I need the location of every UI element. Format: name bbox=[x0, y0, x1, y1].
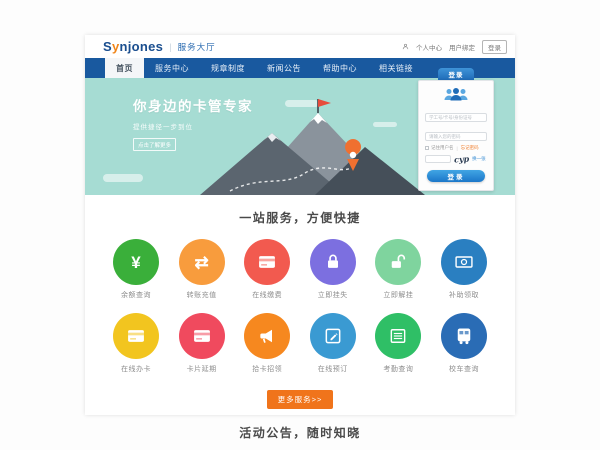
banknote-icon bbox=[441, 239, 487, 285]
service-item[interactable]: 在线预订 bbox=[307, 313, 359, 374]
service-item[interactable]: 在线缴费 bbox=[241, 239, 293, 300]
service-label: 余额查询 bbox=[121, 290, 151, 300]
card-icon bbox=[244, 239, 290, 285]
captcha-row: cyp 换一张 bbox=[425, 154, 487, 164]
transfer-icon: ⇄ bbox=[179, 239, 225, 285]
login-submit-button[interactable]: 登录 bbox=[427, 170, 485, 182]
captcha-input[interactable] bbox=[425, 155, 451, 163]
service-item[interactable]: 考勤查询 bbox=[372, 313, 424, 374]
service-item[interactable]: 卡片延期 bbox=[176, 313, 228, 374]
login-options: 记住用户名 | 忘记密码 bbox=[425, 145, 487, 151]
nav-item-news[interactable]: 新闻公告 bbox=[256, 58, 312, 78]
service-label: 在线预订 bbox=[318, 364, 348, 374]
lock-icon bbox=[310, 239, 356, 285]
services-row-2: 在线办卡 卡片延期 拾卡招领 在线预订 考勤查询 校车查询 bbox=[85, 313, 515, 374]
hero-text-block: 你身边的卡管专家 提供捷径一步到位 点击了解更多 bbox=[133, 95, 253, 152]
logo-divider: | bbox=[169, 42, 171, 52]
username-input[interactable] bbox=[425, 113, 487, 122]
login-panel: 登录 记住用户名 | 忘记密码 bbox=[418, 68, 494, 191]
service-item[interactable]: ⇄ 转账充值 bbox=[176, 239, 228, 300]
service-item[interactable]: 在线办卡 bbox=[110, 313, 162, 374]
screenshot-canvas: Synjones | 服务大厅 个人中心 用户绑定 登录 首页服务中心规章制度新… bbox=[0, 0, 600, 450]
user-bind-link[interactable]: 用户绑定 bbox=[449, 42, 475, 52]
captcha-image[interactable]: cyp bbox=[454, 153, 470, 164]
remember-label: 记住用户名 bbox=[431, 145, 454, 151]
nav-item-rules[interactable]: 规章制度 bbox=[200, 58, 256, 78]
hero-subtitle: 提供捷径一步到位 bbox=[133, 121, 253, 131]
service-label: 考勤查询 bbox=[383, 364, 413, 374]
hero-cta-button[interactable]: 点击了解更多 bbox=[133, 138, 176, 151]
nav-item-help-center[interactable]: 帮助中心 bbox=[312, 58, 368, 78]
change-captcha-link[interactable]: 换一张 bbox=[472, 156, 486, 162]
unlock-icon bbox=[375, 239, 421, 285]
edit-icon bbox=[310, 313, 356, 359]
nav-item-links[interactable]: 相关链接 bbox=[368, 58, 424, 78]
services-row-1: ¥ 余额查询 ⇄ 转账充值 在线缴费 立即挂失 立即解挂 补助领取 bbox=[85, 239, 515, 300]
header-links: 个人中心 用户绑定 登录 bbox=[402, 40, 507, 54]
service-label: 在线缴费 bbox=[252, 290, 282, 300]
service-label: 立即挂失 bbox=[318, 290, 348, 300]
logo-accent: y bbox=[112, 39, 120, 54]
portal-page: Synjones | 服务大厅 个人中心 用户绑定 登录 首页服务中心规章制度新… bbox=[85, 35, 515, 415]
header-login-button[interactable]: 登录 bbox=[482, 40, 507, 54]
remember-checkbox[interactable] bbox=[425, 146, 429, 150]
service-label: 卡片延期 bbox=[187, 364, 217, 374]
services-title: 一站服务，方便快捷 bbox=[85, 209, 515, 226]
service-item[interactable]: 立即挂失 bbox=[307, 239, 359, 300]
options-separator: | bbox=[457, 146, 458, 151]
service-label: 转账充值 bbox=[187, 290, 217, 300]
service-item[interactable]: ¥ 余额查询 bbox=[110, 239, 162, 300]
announcements-section: 活动公告，随时知晓 使用攻略最新公告更多>>使用指南更多>> bbox=[85, 424, 515, 450]
card-icon bbox=[113, 313, 159, 359]
cloud-decoration bbox=[103, 174, 143, 182]
card-icon bbox=[179, 313, 225, 359]
login-tab[interactable]: 登录 bbox=[438, 68, 474, 80]
megaphone-icon bbox=[244, 313, 290, 359]
hero-title: 你身边的卡管专家 bbox=[133, 95, 253, 115]
service-label: 立即解挂 bbox=[383, 290, 413, 300]
person-icon bbox=[402, 43, 409, 50]
service-label: 校车查询 bbox=[449, 364, 479, 374]
synjones-logo[interactable]: Synjones bbox=[103, 39, 163, 54]
logo-text: S bbox=[103, 39, 112, 54]
logo-text-rest: njones bbox=[120, 39, 164, 54]
service-label: 在线办卡 bbox=[121, 364, 151, 374]
forgot-password-link[interactable]: 忘记密码 bbox=[461, 145, 479, 151]
login-form: 记住用户名 | 忘记密码 cyp 换一张 登录 bbox=[418, 80, 494, 191]
service-item[interactable]: 补助领取 bbox=[438, 239, 490, 300]
more-services-button[interactable]: 更多服务>> bbox=[267, 390, 333, 409]
nav-item-home[interactable]: 首页 bbox=[105, 58, 144, 78]
services-section: 一站服务，方便快捷 ¥ 余额查询 ⇄ 转账充值 在线缴费 立即挂失 立即解挂 补助领取 在线办… bbox=[85, 195, 515, 409]
service-item[interactable]: 拾卡招领 bbox=[241, 313, 293, 374]
users-icon bbox=[425, 87, 487, 101]
list-icon bbox=[375, 313, 421, 359]
bus-icon bbox=[441, 313, 487, 359]
service-label: 拾卡招领 bbox=[252, 364, 282, 374]
service-label: 补助领取 bbox=[449, 290, 479, 300]
service-item[interactable]: 立即解挂 bbox=[372, 239, 424, 300]
site-name: 服务大厅 bbox=[178, 41, 216, 53]
top-header: Synjones | 服务大厅 个人中心 用户绑定 登录 bbox=[85, 35, 515, 58]
password-input[interactable] bbox=[425, 132, 487, 141]
nav-item-service-center[interactable]: 服务中心 bbox=[144, 58, 200, 78]
yen-icon: ¥ bbox=[113, 239, 159, 285]
service-item[interactable]: 校车查询 bbox=[438, 313, 490, 374]
announcements-title: 活动公告，随时知晓 bbox=[85, 424, 515, 441]
personal-center-link[interactable]: 个人中心 bbox=[416, 42, 442, 52]
